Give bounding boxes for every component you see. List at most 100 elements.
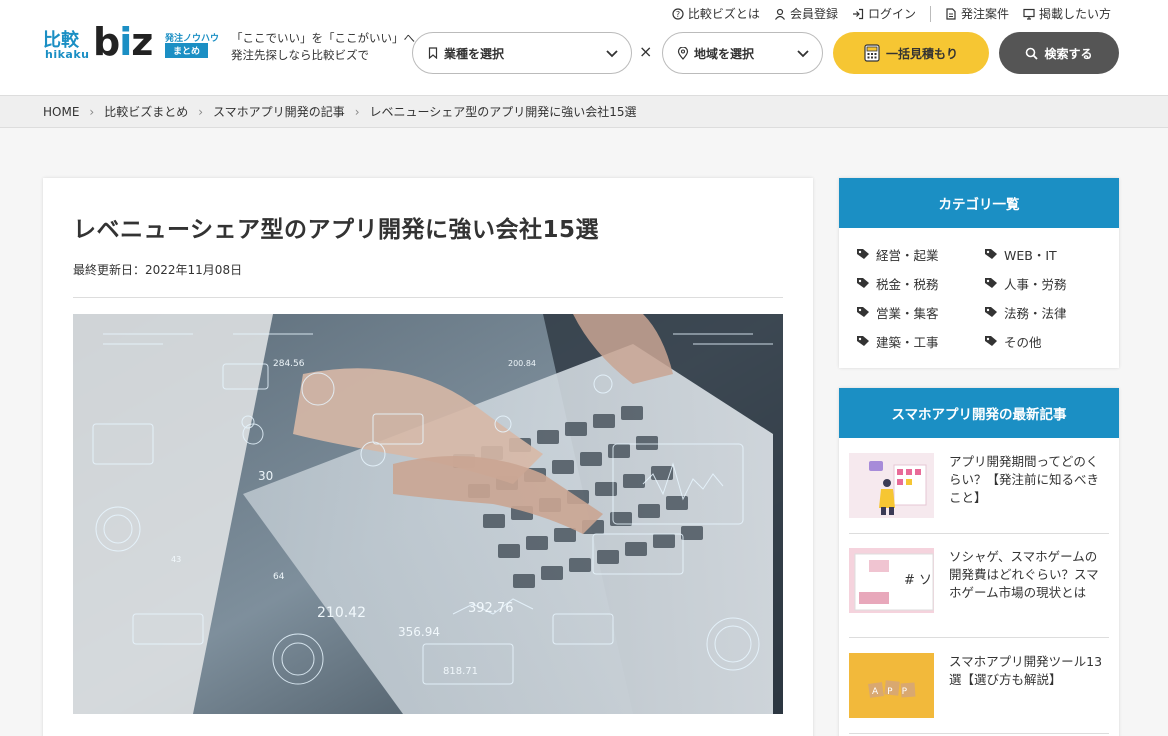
logo-hikaku-romaji: hikaku (45, 48, 90, 61)
tag-icon (857, 307, 869, 317)
region-select-label: 地域を選択 (694, 46, 755, 61)
category-item-other[interactable]: その他 (984, 332, 1112, 350)
hero-label-3: 356.94 (398, 625, 440, 639)
link-about-label: 比較ビズとは (687, 7, 760, 21)
link-orders[interactable]: 発注案件 (945, 5, 1009, 22)
search-button-label: 検索する (1044, 46, 1093, 61)
logo-biz-z: z (131, 20, 153, 64)
tagline: 「ここでいい」を「ここがいい」へ 発注先探しなら比較ビズで (231, 30, 415, 64)
link-listing-label: 掲載したい方 (1038, 7, 1111, 21)
hero-label-6: 284.56 (273, 359, 305, 369)
category-item-legal[interactable]: 法務・法律 (984, 303, 1112, 321)
post-divider (849, 637, 1109, 638)
post-thumbnail (849, 453, 934, 518)
hero-label-1: 210.42 (317, 605, 366, 621)
category-item-hr[interactable]: 人事・労務 (984, 274, 1112, 292)
tagline-line1: 「ここでいい」を「ここがいい」へ (231, 31, 415, 45)
region-select[interactable]: 地域を選択 (662, 32, 823, 74)
question-circle-icon: ? (672, 7, 684, 20)
tag-icon (857, 336, 869, 346)
link-login-label: ログイン (867, 7, 916, 21)
tag-icon (857, 278, 869, 288)
latest-posts-card: スマホアプリ開発の最新記事 アプリ開発期間ってどのくらい？【発注前に知るべきこと… (839, 388, 1119, 736)
link-register-label: 会員登録 (789, 7, 838, 21)
svg-text:?: ? (676, 10, 680, 19)
cross-symbol: × (639, 42, 653, 61)
breadcrumb: HOME › 比較ビズまとめ › スマホアプリ開発の記事 › レベニューシェア型… (0, 95, 1168, 128)
bulk-quote-label: 一括見積もり (885, 46, 958, 61)
calculator-icon (864, 44, 880, 62)
tag-icon (985, 307, 997, 317)
post-title: スマホアプリ開発ツール13選【選び方も解説】 (949, 654, 1103, 687)
logo-biz-i: i (119, 20, 132, 64)
tagline-line2: 発注先探しなら比較ビズで (231, 48, 369, 62)
article-divider (73, 297, 783, 298)
chevron-down-icon (797, 50, 809, 58)
category-item-tax[interactable]: 税金・税務 (856, 274, 984, 292)
link-orders-label: 発注案件 (960, 7, 1009, 21)
post-divider (849, 533, 1109, 534)
hero-illustration: 210.42 392.76 356.94 818.71 200.84 284.5… (73, 314, 783, 714)
hero-label-8: 64 (273, 572, 285, 582)
industry-select-label: 業種を選択 (444, 46, 505, 61)
post-thumbnail: # ソ (849, 548, 934, 613)
location-pin-icon (677, 46, 689, 60)
breadcrumb-category[interactable]: スマホアプリ開発の記事 (213, 103, 345, 120)
bookmark-icon (428, 47, 438, 59)
breadcrumb-home[interactable]: HOME (43, 105, 79, 119)
hero-label-4: 818.71 (443, 666, 478, 677)
top-links: ? 比較ビズとは 会員登録 ログイン 発注案件 掲載したい方 (672, 5, 1111, 22)
post-thumbnail: APP (849, 653, 934, 718)
document-icon (946, 7, 956, 20)
latest-posts-title: スマホアプリ開発の最新記事 (839, 388, 1119, 438)
category-label: 経営・起業 (876, 247, 939, 263)
chevron-right-icon: › (354, 104, 360, 119)
category-item-web-it[interactable]: WEB・IT (984, 245, 1112, 263)
chevron-down-icon (606, 50, 618, 58)
logo-biz-b: b (93, 20, 120, 64)
category-label: 税金・税務 (876, 276, 939, 292)
article-title: レベニューシェア型のアプリ開発に強い会社15選 (73, 217, 600, 243)
breadcrumb-summary[interactable]: 比較ビズまとめ (104, 103, 188, 120)
post-thumbnail-illustration: # ソ (849, 548, 934, 613)
category-label: 建築・工事 (876, 334, 939, 350)
link-register[interactable]: 会員登録 (774, 5, 838, 22)
post-title: ソシャゲ、スマホゲームの開発費はどれぐらい？スマホゲーム市場の現状とは (949, 549, 1099, 600)
industry-select[interactable]: 業種を選択 (412, 32, 632, 74)
monitor-icon (1023, 8, 1035, 20)
chevron-right-icon: › (89, 104, 95, 119)
post-thumbnail-text: APP (872, 687, 916, 697)
category-item-sales[interactable]: 営業・集客 (856, 303, 984, 321)
user-icon (774, 8, 785, 20)
category-item-construction[interactable]: 建築・工事 (856, 332, 984, 350)
hero-label-5: 200.84 (508, 359, 536, 368)
search-button[interactable]: 検索する (999, 32, 1119, 74)
chevron-right-icon: › (198, 104, 204, 119)
link-about[interactable]: ? 比較ビズとは (672, 5, 760, 22)
site-header: 比較 hikaku biz 発注ノウハウ まとめ 「ここでいい」を「ここがいい」… (0, 0, 1168, 95)
hero-label-2: 392.76 (468, 601, 514, 616)
bulk-quote-button[interactable]: 一括見積もり (833, 32, 989, 74)
category-label: 人事・労務 (1004, 276, 1067, 292)
category-list: 経営・起業 WEB・IT 税金・税務 人事・労務 営業・集客 法務・法律 建築・… (839, 228, 1119, 350)
post-title: アプリ開発期間ってどのくらい？【発注前に知るべきこと】 (949, 454, 1100, 505)
category-label: 法務・法律 (1004, 305, 1067, 321)
hero-label-9: 43 (171, 555, 181, 564)
updated-date: 最終更新日：2022年11月08日 (73, 263, 243, 277)
post-thumbnail-illustration: APP (849, 653, 934, 718)
logo-biz: biz (93, 20, 153, 64)
tag-icon (857, 249, 869, 259)
tag-icon (985, 249, 997, 259)
hero-image: 210.42 392.76 356.94 818.71 200.84 284.5… (73, 314, 783, 714)
category-card: カテゴリ一覧 経営・起業 WEB・IT 税金・税務 人事・労務 営業・集客 法務… (839, 178, 1119, 368)
breadcrumb-current: レベニューシェア型のアプリ開発に強い会社15選 (369, 105, 637, 119)
category-title: カテゴリ一覧 (839, 178, 1119, 228)
site-logo[interactable]: 比較 hikaku biz 発注ノウハウ まとめ (43, 20, 219, 66)
category-item-business[interactable]: 経営・起業 (856, 245, 984, 263)
category-label: その他 (1004, 334, 1042, 350)
link-listing[interactable]: 掲載したい方 (1023, 5, 1111, 22)
link-login[interactable]: ログイン (852, 5, 916, 22)
login-icon (852, 8, 864, 19)
hero-label-7: 30 (258, 469, 273, 483)
tag-icon (985, 336, 997, 346)
